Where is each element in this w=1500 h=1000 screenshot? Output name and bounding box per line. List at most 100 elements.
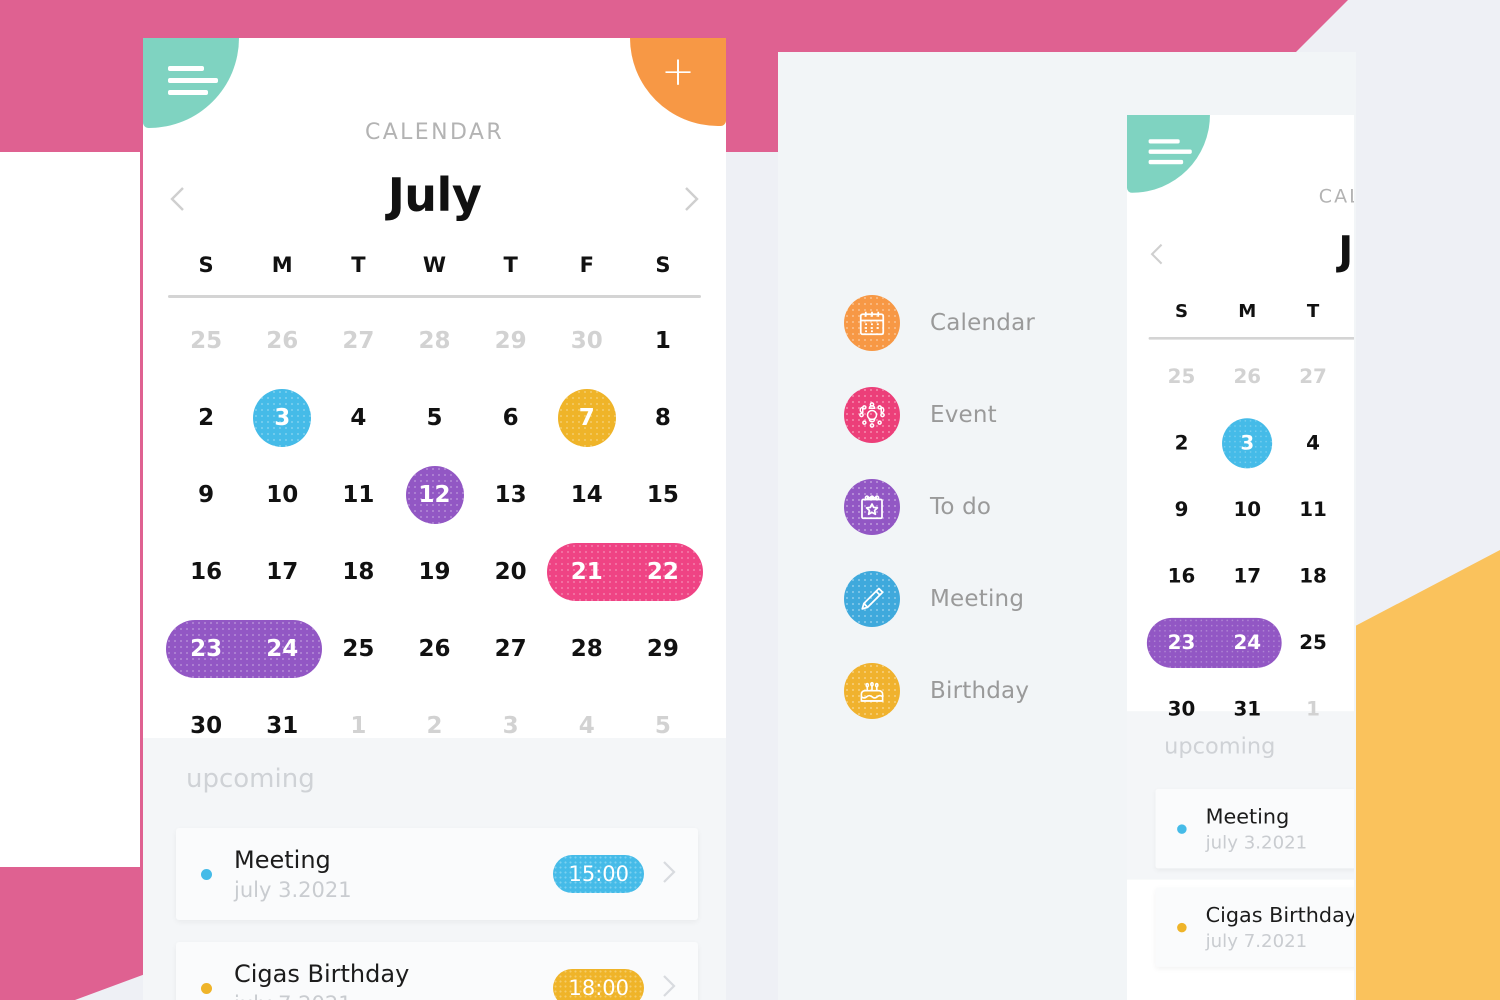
calendar-day-cell[interactable]: 5 xyxy=(396,379,472,456)
calendar-day-cell[interactable]: 13 xyxy=(473,456,549,533)
calendar-day-cell[interactable]: 16 xyxy=(1149,543,1215,610)
event-time-badge: 18:00 xyxy=(553,969,644,1000)
menu-item-label: To do xyxy=(930,494,992,520)
calendar-grid-secondary: SMTWTFS 25262728293012345678910111213141… xyxy=(1146,301,1354,743)
calendar-day-cell[interactable]: 2 xyxy=(1346,676,1354,743)
calendar-day-cell[interactable]: 22 xyxy=(625,533,701,610)
event-name: Meeting xyxy=(234,846,331,874)
calendar-day-cell[interactable]: 19 xyxy=(396,533,472,610)
calendar-day-cell[interactable]: 5 xyxy=(1346,410,1354,477)
calendar-day-cell[interactable]: 4 xyxy=(1280,410,1346,477)
calendar-day-cell[interactable]: 2 xyxy=(1149,410,1215,477)
calendar-day-cell[interactable]: 25 xyxy=(168,302,244,379)
calendar-day-cell[interactable]: 1 xyxy=(320,687,396,764)
calendar-day-cell[interactable]: 2 xyxy=(168,379,244,456)
calendar-week-row: 2345678 xyxy=(168,379,701,456)
upcoming-event-card[interactable]: Meetingjuly 3.202115:00 xyxy=(176,828,698,920)
calendar-day-cell[interactable]: 1 xyxy=(625,302,701,379)
upcoming-event-card[interactable]: Cigas Birthdayjuly 7.202118:00 xyxy=(1155,887,1354,967)
chevron-right-icon[interactable] xyxy=(658,857,680,892)
calendar-day-cell[interactable]: 2 xyxy=(396,687,472,764)
calendar-day-cell[interactable]: 11 xyxy=(320,456,396,533)
event-color-dot xyxy=(201,868,212,880)
calendar-day-cell[interactable]: 8 xyxy=(625,379,701,456)
weekday-header-3: W xyxy=(422,253,447,277)
calendar-day-cell[interactable]: 7 xyxy=(549,379,625,456)
calendar-day-cell[interactable]: 20 xyxy=(473,533,549,610)
calendar-day-cell[interactable]: 12 xyxy=(1346,476,1354,543)
calendar-day-cell[interactable]: 14 xyxy=(549,456,625,533)
calendar-day-cell[interactable]: 18 xyxy=(1280,543,1346,610)
calendar-day-cell[interactable]: 10 xyxy=(244,456,320,533)
calendar-day-cell[interactable]: 25 xyxy=(320,610,396,687)
calendar-day-cell[interactable]: 21 xyxy=(549,533,625,610)
calendar-day-cell[interactable]: 28 xyxy=(1346,343,1354,410)
weekday-header-6: S xyxy=(655,253,671,277)
calendar-day-cell[interactable]: 3 xyxy=(473,687,549,764)
calendar-day-cell[interactable]: 16 xyxy=(168,533,244,610)
event-name: Meeting xyxy=(1205,804,1290,829)
calendar-day-cell[interactable]: 28 xyxy=(549,610,625,687)
calendar-day-cell[interactable]: 4 xyxy=(320,379,396,456)
calendar-day-cell[interactable]: 1 xyxy=(1280,676,1346,743)
calendar-day-cell[interactable]: 17 xyxy=(1214,543,1280,610)
event-text-block: Cigas Birthday july 7.2021 xyxy=(234,960,553,1000)
upcoming-event-card[interactable]: Cigas Birthdayjuly 7.202118:00 xyxy=(176,942,698,1000)
calendar-weeks: 25 26 27 28 29 30 1 2 3 4 5 6 7 8 9 10 11 12 13 14 15 16 17 18 1… xyxy=(166,302,703,764)
menu-button-secondary[interactable] xyxy=(1127,115,1210,193)
calendar-day-cell[interactable]: 23 xyxy=(1149,609,1215,676)
calendar-day-cell[interactable]: 30 xyxy=(168,687,244,764)
calendar-day-cell[interactable]: 26 xyxy=(396,610,472,687)
weekday-header-5: F xyxy=(579,253,594,277)
calendar-day-cell[interactable]: 25 xyxy=(1280,609,1346,676)
menu-button[interactable] xyxy=(143,38,239,128)
weekday-header-2: T xyxy=(1306,300,1320,322)
calendar-day-cell[interactable]: 11 xyxy=(1280,476,1346,543)
app-title-secondary: CALENDAR xyxy=(1318,185,1354,208)
calendar-day-cell[interactable]: 3 xyxy=(244,379,320,456)
calendar-day-cell[interactable]: 4 xyxy=(549,687,625,764)
add-event-button[interactable]: + xyxy=(630,38,726,126)
calendar-day-cell[interactable]: 3 xyxy=(1214,410,1280,477)
calendar-week-row: 9101112131415 xyxy=(1149,476,1354,543)
calendar-day-cell[interactable]: 9 xyxy=(1149,476,1215,543)
calendar-day-cell[interactable]: 26 xyxy=(1214,343,1280,410)
calendar-day-cell[interactable]: 19 xyxy=(1346,543,1354,610)
calendar-day-cell[interactable]: 30 xyxy=(549,302,625,379)
calendar-day-cell[interactable]: 10 xyxy=(1214,476,1280,543)
calendar-day-cell[interactable]: 27 xyxy=(320,302,396,379)
chevron-right-icon[interactable] xyxy=(658,971,680,1000)
next-month-button[interactable] xyxy=(678,182,704,216)
weekday-header-row-secondary: SMTWTFS xyxy=(1149,301,1354,337)
calendar-day-cell[interactable]: 18 xyxy=(320,533,396,610)
hamburger-icon xyxy=(1148,139,1192,170)
calendar-day-cell[interactable]: 6 xyxy=(473,379,549,456)
upcoming-event-card[interactable]: Meetingjuly 3.202115:00 xyxy=(1155,788,1354,869)
calendar-day-cell[interactable]: 27 xyxy=(473,610,549,687)
calendar-day-cell[interactable]: 31 xyxy=(244,687,320,764)
event-text-block: Meeting july 3.2021 xyxy=(234,846,553,902)
calendar-day-cell[interactable]: 30 xyxy=(1149,676,1215,743)
calendar-day-cell[interactable]: 9 xyxy=(168,456,244,533)
calendar-day-cell[interactable]: 23 xyxy=(168,610,244,687)
calendar-week-row: 2526272829301 xyxy=(168,302,701,379)
calendar-day-cell[interactable]: 5 xyxy=(625,687,701,764)
weekday-header-0: S xyxy=(198,253,214,277)
calendar-day-cell[interactable]: 12 xyxy=(396,456,472,533)
calendar-day-cell[interactable]: 31 xyxy=(1214,676,1280,743)
calendar-week-row: 16171819202122 xyxy=(1149,543,1354,610)
calendar-day-cell[interactable]: 29 xyxy=(473,302,549,379)
calendar-day-cell[interactable]: 26 xyxy=(244,302,320,379)
calendar-day-cell[interactable]: 27 xyxy=(1280,343,1346,410)
calendar-week-row: 303112345 xyxy=(1149,676,1354,743)
calendar-day-cell[interactable]: 24 xyxy=(1214,609,1280,676)
calendar-day-cell[interactable]: 29 xyxy=(625,610,701,687)
weekday-header-3: W xyxy=(1346,301,1354,337)
calendar-day-cell[interactable]: 24 xyxy=(244,610,320,687)
calendar-day-cell[interactable]: 17 xyxy=(244,533,320,610)
calendar-day-cell[interactable]: 25 xyxy=(1149,343,1215,410)
calendar-day-cell[interactable]: 15 xyxy=(625,456,701,533)
calendar-day-cell[interactable]: 28 xyxy=(396,302,472,379)
calendar-day-cell[interactable]: 26 xyxy=(1346,609,1354,676)
menu-item-label: Event xyxy=(930,402,997,428)
